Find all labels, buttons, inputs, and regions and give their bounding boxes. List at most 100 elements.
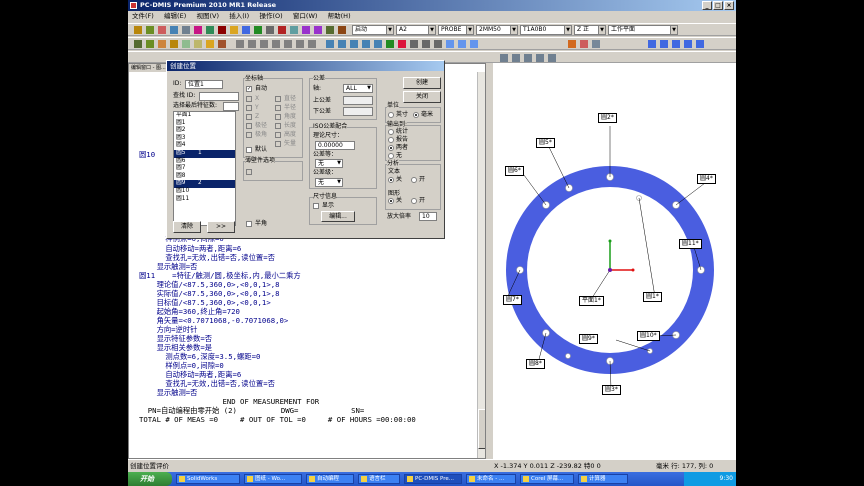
axis-z-checkbox[interactable] <box>246 114 252 120</box>
camera-icon[interactable] <box>512 54 520 62</box>
output-none-radio[interactable] <box>388 153 394 159</box>
thin-part-checkbox[interactable] <box>246 169 252 175</box>
task-calculator[interactable]: 计算器 <box>578 474 628 484</box>
probe-combo[interactable]: PROBE ▼ <box>438 25 474 35</box>
menu-file[interactable]: 文件(F) <box>128 11 158 22</box>
axis-combo[interactable]: Z 正 ▼ <box>574 25 606 35</box>
fit-icon[interactable] <box>434 40 442 48</box>
menu-window[interactable]: 窗口(W) <box>289 11 322 22</box>
red-ball-icon[interactable] <box>580 40 588 48</box>
workplane-combo[interactable]: 工作平面 ▼ <box>608 25 678 35</box>
view-icon[interactable] <box>326 40 334 48</box>
default-checkbox[interactable] <box>246 147 252 153</box>
graphics-display-window[interactable]: 圆2* 圆5* 圆6* 圆4* 圆11* 平面1* 圆7* 圆1* 圆9* 圆1… <box>493 63 736 459</box>
magnify-field[interactable]: 10 <box>419 212 437 221</box>
graph-off-radio[interactable] <box>388 198 394 204</box>
zoom-icon[interactable] <box>326 26 334 34</box>
label-circle9[interactable]: 圆9* <box>579 334 598 344</box>
create-button[interactable]: 创建 <box>403 77 441 89</box>
radius-checkbox[interactable] <box>275 105 281 111</box>
probe-icon[interactable] <box>158 26 166 34</box>
plane-feature-icon[interactable] <box>218 40 226 48</box>
height-checkbox[interactable] <box>275 132 281 138</box>
cylinder-icon[interactable] <box>170 40 178 48</box>
marker-icon[interactable] <box>278 26 286 34</box>
measure-icon[interactable] <box>218 26 226 34</box>
label-circle10[interactable]: 圆10* <box>637 331 660 341</box>
view-front-icon[interactable] <box>362 40 370 48</box>
axis-x-checkbox[interactable] <box>246 96 252 102</box>
list-item-selected[interactable]: 圆5 1 <box>174 149 235 158</box>
view-side-icon[interactable] <box>374 40 382 48</box>
diameter-checkbox[interactable] <box>275 96 281 102</box>
list-item-selected[interactable]: 圆9 2 <box>174 180 235 188</box>
auto-checkbox[interactable]: ✓ <box>246 86 252 92</box>
clear-button[interactable]: 清除 <box>173 221 201 233</box>
nominal-size-field[interactable]: 0.00000 <box>315 141 355 150</box>
lower-tol-field[interactable] <box>343 107 373 116</box>
vector-checkbox[interactable] <box>275 141 281 147</box>
close-button[interactable]: × <box>724 1 734 10</box>
label-circle8[interactable]: 圆8* <box>526 359 545 369</box>
list-item[interactable]: 圆11 <box>174 196 235 204</box>
tol-grade-select[interactable]: 无 ▼ <box>315 178 343 187</box>
axis-select[interactable]: ALL ▼ <box>343 84 373 93</box>
task-corel[interactable]: Corel 屏幕... <box>520 474 574 484</box>
check-icon[interactable] <box>254 26 262 34</box>
arrow-icon[interactable] <box>134 26 142 34</box>
graph-on-radio[interactable] <box>411 198 417 204</box>
maximize-button[interactable]: □ <box>713 1 723 10</box>
wire-icon[interactable] <box>458 40 466 48</box>
dim-perp-icon[interactable] <box>308 40 316 48</box>
probe-tip-combo[interactable]: 2MM50 ▼ <box>476 25 518 35</box>
color-icon[interactable] <box>684 40 692 48</box>
length-checkbox[interactable] <box>275 123 281 129</box>
label-circle4[interactable]: 圆4* <box>697 174 716 184</box>
text-off-radio[interactable] <box>388 177 394 183</box>
task-language-bar[interactable]: 语言栏 <box>358 474 400 484</box>
dim-flatness-icon[interactable] <box>272 40 280 48</box>
task-pcdmis[interactable]: PC-DMIS Pre... <box>404 474 462 484</box>
label-plane1[interactable]: 平面1* <box>579 296 604 306</box>
menu-edit[interactable]: 编辑(E) <box>160 11 190 22</box>
list-item[interactable]: 平面1 <box>174 112 235 120</box>
dim-parallel-icon[interactable] <box>296 40 304 48</box>
label-circle1[interactable]: 圆1* <box>643 292 662 302</box>
tol-class-select[interactable]: 无 ▼ <box>315 159 343 168</box>
inch-radio[interactable] <box>388 112 394 118</box>
settings-icon[interactable] <box>338 26 346 34</box>
angle-checkbox[interactable] <box>275 114 281 120</box>
axis-y-checkbox[interactable] <box>246 105 252 111</box>
output-both-radio[interactable] <box>388 145 394 151</box>
home-icon[interactable] <box>524 54 532 62</box>
tip-combo[interactable]: T1A0B0 ▼ <box>520 25 572 35</box>
menu-insert[interactable]: 插入(I) <box>225 11 253 22</box>
circle-icon[interactable] <box>158 40 166 48</box>
feature-list[interactable]: 平面1 圆1 圆2 圆3 圆4 圆5 1 圆6 圆7 圆8 圆9 2 圆10 圆11 <box>173 111 236 226</box>
task-word[interactable]: 图纸 - Wo... <box>244 474 302 484</box>
view-top-icon[interactable] <box>350 40 358 48</box>
dim-location-icon[interactable] <box>236 40 244 48</box>
editor-scrollbar[interactable] <box>477 72 485 458</box>
dim-angle-icon[interactable] <box>260 40 268 48</box>
list-item[interactable]: 圆10 <box>174 188 235 196</box>
point-icon[interactable] <box>134 40 142 48</box>
label-circle5[interactable]: 圆5* <box>536 138 555 148</box>
minimize-button[interactable]: _ <box>702 1 712 10</box>
text-on-radio[interactable] <box>411 177 417 183</box>
close-dialog-button[interactable]: 关闭 <box>403 91 441 103</box>
label-circle3[interactable]: 圆3* <box>602 385 621 395</box>
output-stats-radio[interactable] <box>388 129 394 135</box>
task-solidworks[interactable]: SolidWorks <box>176 474 240 484</box>
layer-icon[interactable] <box>592 40 600 48</box>
dim-roundness-icon[interactable] <box>284 40 292 48</box>
id-field[interactable]: 位置1 <box>185 80 223 89</box>
line-icon[interactable] <box>146 40 154 48</box>
move-icon[interactable] <box>170 26 178 34</box>
edit-button[interactable]: 编辑... <box>321 211 355 222</box>
label-circle7[interactable]: 圆7* <box>503 295 522 305</box>
status-icon[interactable] <box>548 54 556 62</box>
stop-icon[interactable] <box>194 26 202 34</box>
scale-icon[interactable] <box>410 40 418 48</box>
table-icon[interactable] <box>242 26 250 34</box>
